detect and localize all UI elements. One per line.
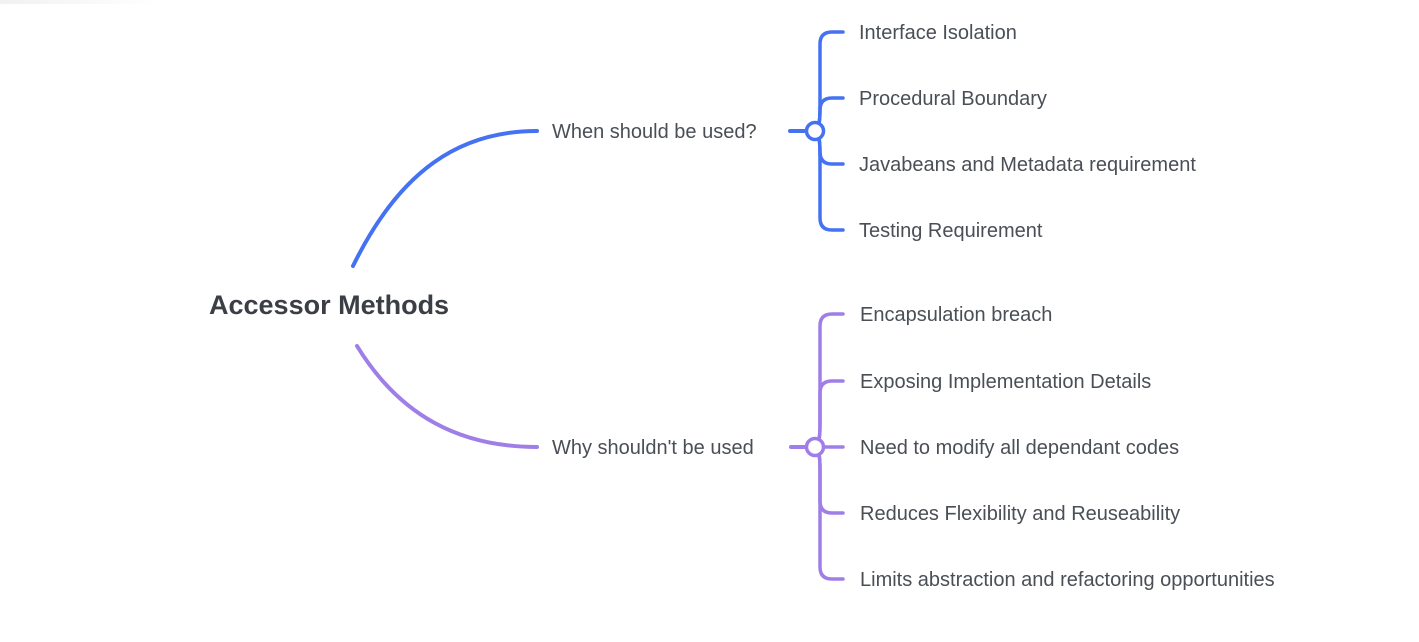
branch-why-not-used: Why shouldn't be used Encapsulation brea… [355, 304, 1275, 591]
leaf-connector [813, 129, 845, 232]
mind-map-canvas: Accessor Methods When should be used? In… [209, 22, 1275, 591]
collapse-toggle[interactable] [804, 120, 826, 142]
branch-when-used: When should be used? Interface Isolation… [351, 22, 1196, 268]
leaf-topic[interactable]: Need to modify all dependant codes [860, 437, 1179, 459]
leaf-topic[interactable]: Reduces Flexibility and Reuseability [860, 503, 1180, 525]
leaf-topic[interactable]: Javabeans and Metadata requirement [859, 154, 1196, 176]
leaf-connector [813, 379, 845, 449]
root-topic[interactable]: Accessor Methods [209, 290, 449, 320]
branch-connector [355, 344, 539, 449]
leaf-topic[interactable]: Testing Requirement [859, 220, 1043, 242]
leaf-topic[interactable]: Encapsulation breach [860, 304, 1052, 326]
leaf-topic[interactable]: Limits abstraction and refactoring oppor… [860, 569, 1275, 591]
branch-connector [351, 129, 539, 268]
leaf-topic[interactable]: Interface Isolation [859, 22, 1017, 44]
collapse-toggle[interactable] [804, 436, 826, 458]
branch-topic[interactable]: Why shouldn't be used [552, 437, 754, 459]
leaf-topic[interactable]: Exposing Implementation Details [860, 371, 1151, 393]
leaf-topic[interactable]: Procedural Boundary [859, 88, 1047, 110]
branch-topic[interactable]: When should be used? [552, 121, 757, 143]
